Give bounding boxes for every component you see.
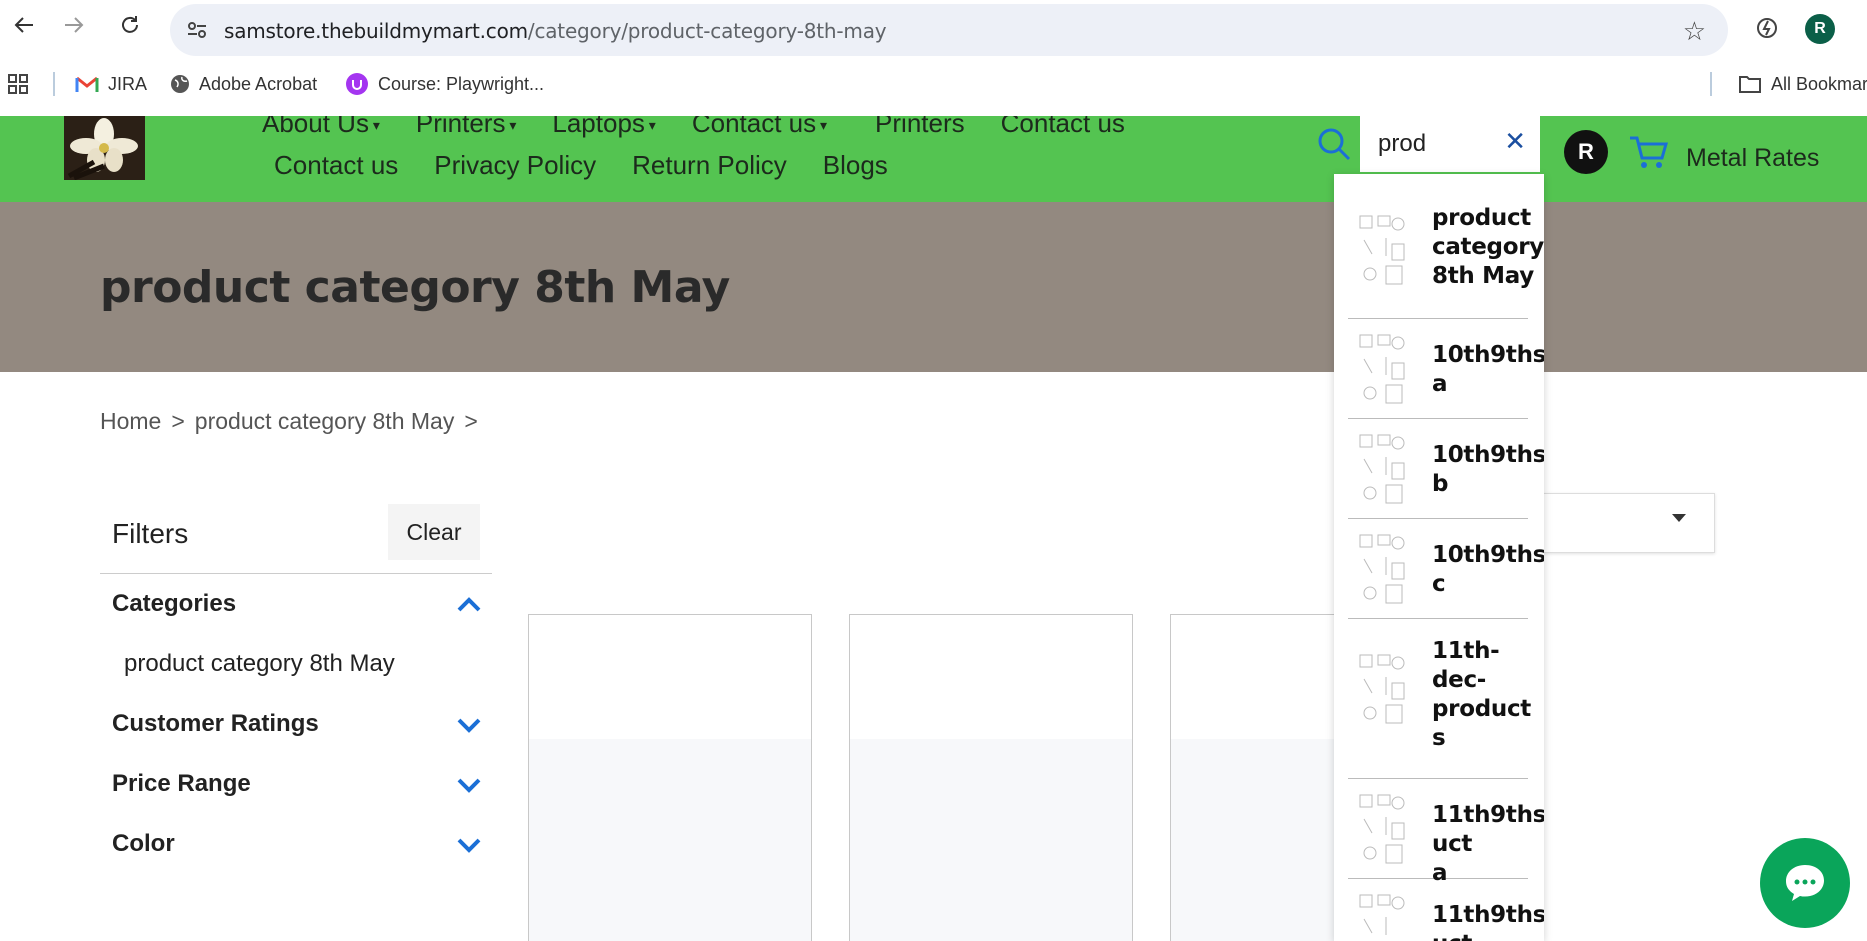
profile-avatar[interactable]: R bbox=[1805, 14, 1835, 44]
chat-button[interactable] bbox=[1760, 838, 1850, 928]
chevron-down-icon[interactable] bbox=[456, 712, 482, 738]
nav-about-us[interactable]: About Us bbox=[262, 116, 380, 139]
folder-icon bbox=[1739, 76, 1761, 93]
breadcrumb: Home > product category 8th May > bbox=[100, 408, 478, 435]
chevron-up-icon[interactable] bbox=[456, 592, 482, 618]
filter-categories[interactable]: Categories bbox=[112, 586, 492, 626]
filter-price-label: Price Range bbox=[112, 770, 251, 797]
bookmarks-divider bbox=[53, 72, 55, 96]
all-bookmarks[interactable]: All Bookmar bbox=[1738, 72, 1867, 96]
filter-price-range[interactable]: Price Range bbox=[112, 766, 492, 806]
suggestion-item[interactable]: 11th9thseptproducta bbox=[1348, 779, 1544, 886]
nav-printers-2[interactable]: Printers bbox=[875, 116, 965, 139]
main-nav-row1: About Us Printers Laptops Contact us Pri… bbox=[262, 116, 1125, 139]
nav-blogs[interactable]: Blogs bbox=[823, 150, 888, 181]
search-icon[interactable] bbox=[1316, 126, 1352, 162]
breadcrumb-separator: > bbox=[171, 408, 185, 434]
suggestion-item[interactable]: 11th-dec-product s bbox=[1348, 619, 1531, 779]
forward-icon[interactable] bbox=[62, 13, 86, 37]
nav-contact-us-3[interactable]: Contact us bbox=[274, 150, 398, 181]
nav-contact-us-2[interactable]: Contact us bbox=[1001, 116, 1125, 139]
store-logo[interactable] bbox=[64, 116, 145, 180]
product-thumbnail-icon bbox=[1359, 534, 1405, 604]
product-thumbnail-icon bbox=[1359, 794, 1405, 864]
nav-printers[interactable]: Printers bbox=[416, 116, 517, 139]
suggestion-item[interactable]: 11th9thseptproductb bbox=[1348, 879, 1544, 941]
gmail-icon bbox=[75, 76, 99, 92]
browser-toolbar: samstore.thebuildmymart.com/category/pro… bbox=[0, 0, 1867, 56]
search-suggestions: productcategory8th May 10th9thseptproda … bbox=[1334, 174, 1544, 941]
product-thumbnail-icon bbox=[1359, 654, 1405, 724]
search-input[interactable] bbox=[1378, 128, 1498, 160]
product-thumbnail-icon bbox=[1359, 894, 1405, 935]
chevron-down-icon[interactable] bbox=[456, 832, 482, 858]
back-icon[interactable] bbox=[12, 13, 36, 37]
caret-down-icon bbox=[1672, 514, 1686, 522]
page-title: product category 8th May bbox=[100, 262, 730, 313]
suggestion-item[interactable]: 10th9thseptprodc bbox=[1348, 519, 1544, 619]
product-placeholder-image bbox=[850, 739, 1132, 941]
flower-logo-icon bbox=[64, 116, 145, 180]
udemy-icon bbox=[346, 73, 368, 95]
chat-bubble-icon bbox=[1786, 865, 1824, 901]
suggestion-item[interactable]: product category 8th May bbox=[1348, 174, 1544, 319]
breadcrumb-separator: > bbox=[464, 408, 478, 434]
filters-divider bbox=[100, 573, 492, 574]
address-bar[interactable]: samstore.thebuildmymart.com/category/pro… bbox=[170, 4, 1728, 56]
user-avatar[interactable]: R bbox=[1564, 130, 1608, 174]
breadcrumb-home[interactable]: Home bbox=[100, 408, 161, 435]
bookmarks-divider-right bbox=[1710, 72, 1712, 96]
chevron-down-icon[interactable] bbox=[456, 772, 482, 798]
apps-grid-icon[interactable] bbox=[8, 72, 28, 96]
product-placeholder-image bbox=[529, 739, 811, 941]
product-card[interactable] bbox=[849, 614, 1133, 941]
nav-contact-us[interactable]: Contact us bbox=[692, 116, 827, 139]
breadcrumb-current[interactable]: product category 8th May bbox=[195, 408, 455, 435]
url-text[interactable]: samstore.thebuildmymart.com/category/pro… bbox=[224, 19, 887, 43]
category-hero: product category 8th May bbox=[0, 202, 1867, 372]
filters-title: Filters bbox=[112, 518, 189, 549]
bookmarks-bar: JIRA Adobe Acrobat Course: Playwright...… bbox=[0, 64, 1867, 104]
reload-icon[interactable] bbox=[118, 13, 142, 37]
product-thumbnail-icon bbox=[1359, 334, 1405, 404]
cart-icon[interactable] bbox=[1628, 134, 1668, 170]
site-header: About Us Printers Laptops Contact us Pri… bbox=[0, 116, 1867, 202]
main-nav-row2: Contact us Privacy Policy Return Policy … bbox=[274, 150, 888, 181]
metal-rates-link[interactable]: Metal Rates bbox=[1686, 144, 1819, 173]
site-settings-icon[interactable] bbox=[186, 19, 208, 41]
filter-color[interactable]: Color bbox=[112, 826, 492, 866]
bookmark-course-playwright[interactable]: Course: Playwright... bbox=[345, 72, 544, 96]
product-card[interactable] bbox=[528, 614, 812, 941]
suggestion-item[interactable]: 10th9thseptprodb bbox=[1348, 419, 1544, 519]
product-thumbnail-icon bbox=[1359, 215, 1405, 285]
suggestion-item[interactable]: 10th9thseptproda bbox=[1348, 319, 1544, 419]
close-icon[interactable]: ✕ bbox=[1504, 126, 1526, 157]
bookmark-adobe-acrobat[interactable]: Adobe Acrobat bbox=[170, 72, 317, 96]
clear-filters-button[interactable]: Clear bbox=[388, 504, 480, 560]
filter-color-label: Color bbox=[112, 830, 175, 857]
product-thumbnail-icon bbox=[1359, 434, 1405, 504]
bookmark-star-icon[interactable]: ☆ bbox=[1683, 16, 1706, 47]
extension-icon[interactable] bbox=[1755, 16, 1779, 40]
filter-ratings-label: Customer Ratings bbox=[112, 710, 319, 737]
filter-customer-ratings[interactable]: Customer Ratings bbox=[112, 706, 492, 746]
category-item[interactable]: product category 8th May bbox=[124, 650, 395, 678]
bookmark-jira[interactable]: JIRA bbox=[75, 72, 147, 96]
globe-icon bbox=[171, 75, 189, 93]
search-box[interactable]: ✕ bbox=[1360, 116, 1540, 172]
nav-return-policy[interactable]: Return Policy bbox=[632, 150, 787, 181]
nav-privacy-policy[interactable]: Privacy Policy bbox=[434, 150, 596, 181]
nav-laptops[interactable]: Laptops bbox=[552, 116, 655, 139]
filter-categories-label: Categories bbox=[112, 590, 237, 617]
